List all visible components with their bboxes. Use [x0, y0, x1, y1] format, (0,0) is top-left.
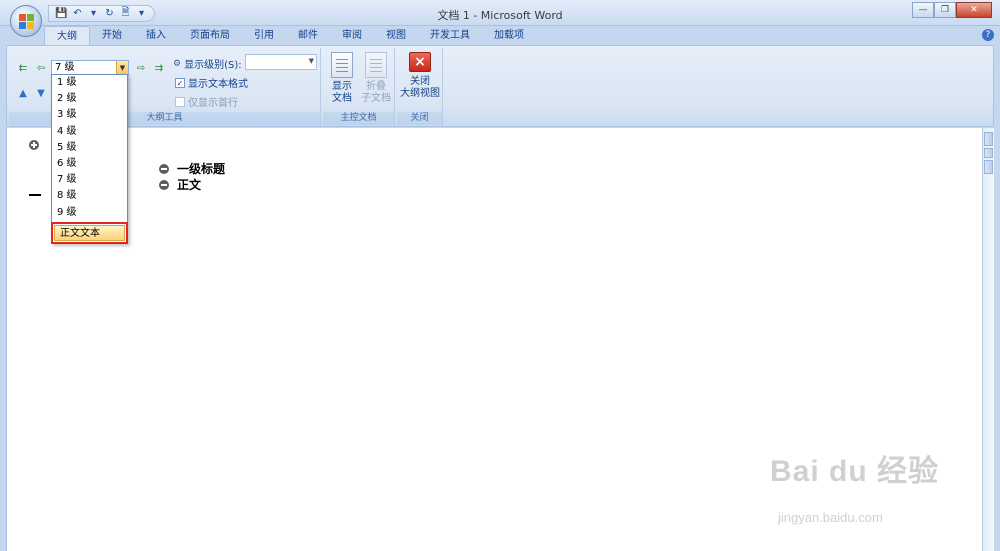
minimize-button[interactable]: —: [912, 2, 934, 18]
tab-references[interactable]: 引用: [242, 26, 286, 46]
close-group: × 关闭 大纲视图 关闭: [397, 48, 443, 126]
show-text-format-checkbox[interactable]: ✓: [175, 77, 185, 88]
level-option-body-text[interactable]: 正文文本: [51, 222, 128, 244]
level-option-3[interactable]: 3 级: [52, 107, 127, 123]
level-option-8[interactable]: 8 级: [52, 188, 127, 204]
tab-insert[interactable]: 插入: [134, 26, 178, 46]
outline-level-dropdown: 1 级 2 级 3 级 4 级 5 级 6 级 7 级 8 级 9 级 正文文本: [51, 74, 128, 244]
outline-line-heading[interactable]: 一级标题: [159, 160, 225, 177]
level-option-5[interactable]: 5 级: [52, 140, 127, 156]
ribbon-tabs: 大纲 开始 插入 页面布局 引用 邮件 审阅 视图 开发工具 加载项: [44, 26, 536, 46]
subdocument-icon: [365, 52, 387, 78]
document-icon: [331, 52, 353, 78]
level-option-4[interactable]: 4 级: [52, 124, 127, 140]
show-document-label-1: 显示: [332, 81, 352, 92]
collapsed-heading-marker[interactable]: [29, 140, 47, 153]
level-option-7[interactable]: 7 级: [52, 172, 127, 188]
show-document-label-2: 文档: [332, 93, 352, 104]
show-level-icon: ⚙: [173, 58, 182, 69]
help-icon[interactable]: ?: [982, 29, 994, 41]
outline-line-body[interactable]: 正文: [159, 176, 201, 193]
chevron-down-icon[interactable]: ▼: [116, 61, 128, 75]
close-label-2: 大纲视图: [400, 88, 440, 99]
move-up-icon[interactable]: ▲: [15, 86, 31, 100]
ribbon: ⇇ ⇦ 7 级 ▼ ⇨ ⇉ ▲ ▼ ⚙ 显示级别(S): ▼ ✓ 显示文本格式 …: [6, 45, 994, 127]
promote-icon[interactable]: ⇦: [33, 61, 49, 75]
office-logo-icon: [19, 14, 34, 29]
baidu-watermark-url: jingyan.baidu.com: [778, 510, 883, 525]
close-window-button[interactable]: ✕: [956, 2, 992, 18]
outline-line-text: 正文: [177, 178, 202, 192]
close-label-1: 关闭: [410, 76, 430, 87]
office-button[interactable]: [10, 5, 42, 37]
tab-developer[interactable]: 开发工具: [418, 26, 482, 46]
tab-add-ins[interactable]: 加载项: [482, 26, 536, 46]
move-down-icon[interactable]: ▼: [33, 86, 49, 100]
collapse-subdocuments-button[interactable]: 折叠 子文档: [359, 52, 393, 105]
restore-button[interactable]: ❐: [934, 2, 956, 18]
demote-to-body-icon[interactable]: ⇉: [151, 61, 167, 75]
demote-icon[interactable]: ⇨: [133, 61, 149, 75]
collapse-label-1: 折叠: [366, 81, 386, 92]
show-first-line-label: 仅显示首行: [188, 98, 238, 109]
show-level-option: ⚙ 显示级别(S):: [173, 56, 242, 72]
master-document-group: 显示 文档 折叠 子文档 主控文档: [323, 48, 395, 126]
show-document-button[interactable]: 显示 文档: [325, 52, 359, 105]
promote-to-heading1-icon[interactable]: ⇇: [15, 61, 31, 75]
outline-line-text: 一级标题: [177, 162, 226, 176]
show-first-line-checkbox[interactable]: [175, 96, 185, 107]
level-option-2[interactable]: 2 级: [52, 91, 127, 107]
close-outline-view-button[interactable]: × 关闭 大纲视图: [395, 52, 445, 100]
show-first-line-option[interactable]: 仅显示首行: [175, 94, 238, 109]
window-controls: — ❐ ✕: [912, 2, 992, 18]
show-level-label: 显示级别(S):: [184, 60, 242, 71]
tab-review[interactable]: 审阅: [330, 26, 374, 46]
outline-level-value: 7 级: [55, 62, 75, 73]
tab-view[interactable]: 视图: [374, 26, 418, 46]
tab-home[interactable]: 开始: [90, 26, 134, 46]
title-bar: 💾 ↶ ▾ ↻ 🗎 ▾ 文档 1 - Microsoft Word — ❐ ✕: [0, 0, 1000, 26]
level-option-6[interactable]: 6 级: [52, 156, 127, 172]
window-frame-edge: [994, 26, 1000, 551]
show-text-format-label: 显示文本格式: [188, 79, 248, 90]
body-text-marker: [29, 194, 41, 196]
level-option-1[interactable]: 1 级: [52, 75, 127, 91]
close-group-label: 关闭: [397, 112, 442, 125]
outline-expand-icon[interactable]: [29, 140, 39, 150]
show-level-select[interactable]: ▼: [245, 54, 317, 70]
window-title: 文档 1 - Microsoft Word: [437, 9, 563, 22]
outline-collapse-icon[interactable]: [159, 179, 169, 190]
tab-mailings[interactable]: 邮件: [286, 26, 330, 46]
level-option-9[interactable]: 9 级: [52, 205, 127, 221]
tab-page-layout[interactable]: 页面布局: [178, 26, 242, 46]
close-icon: ×: [409, 52, 431, 72]
baidu-watermark: Bai du 经验: [770, 455, 940, 488]
chevron-down-icon[interactable]: ▼: [309, 57, 314, 65]
master-document-group-label: 主控文档: [323, 112, 394, 125]
show-text-format-option[interactable]: ✓ 显示文本格式: [175, 75, 248, 90]
tab-outline[interactable]: 大纲: [44, 26, 90, 46]
outline-collapse-icon[interactable]: [159, 163, 169, 174]
ruler-toggle-icon[interactable]: [984, 132, 993, 146]
collapse-label-2: 子文档: [361, 93, 391, 104]
scroll-thumb[interactable]: [984, 160, 993, 174]
vertical-scrollbar[interactable]: [982, 128, 994, 551]
scroll-up-icon[interactable]: [984, 148, 993, 158]
